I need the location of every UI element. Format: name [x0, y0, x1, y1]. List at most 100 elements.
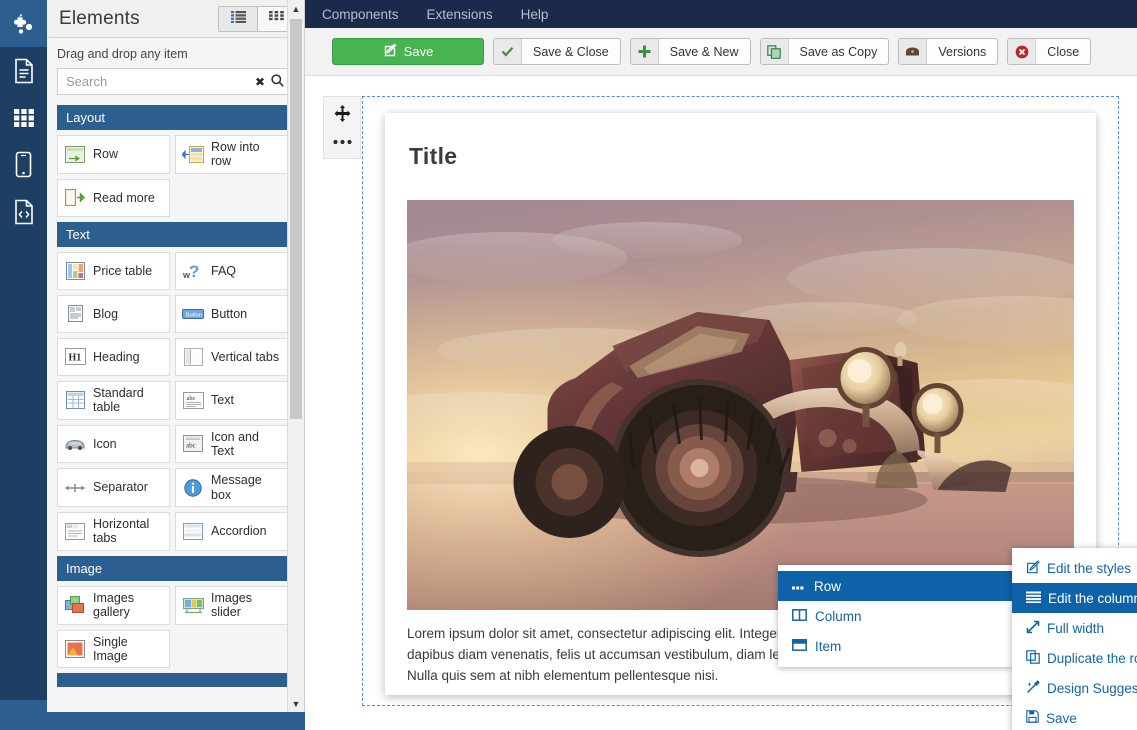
clear-search-icon[interactable]: ✖: [252, 76, 268, 88]
hero-image[interactable]: [407, 200, 1074, 610]
row-icon: [64, 144, 86, 164]
svg-text:H1: H1: [68, 353, 81, 364]
menu-duplicate-the-row[interactable]: Duplicate the row: [1012, 643, 1137, 673]
expand-arrows-icon: [1026, 620, 1040, 637]
category-text-items: Price table w ? FAQ Blog Button Button H…: [57, 251, 294, 551]
button-label: Save & Close: [533, 44, 609, 59]
category-layout[interactable]: Layout: [57, 105, 294, 130]
element-standard-table[interactable]: Standard table: [57, 380, 170, 420]
menu-extensions[interactable]: Extensions: [427, 7, 493, 22]
mobile-icon: [15, 151, 32, 178]
save-button-label: Save: [403, 44, 434, 59]
horizontal-tabs-icon: [64, 521, 86, 541]
list-icon: [230, 10, 246, 28]
panel-scrollbar[interactable]: ▲ ▼: [287, 0, 304, 712]
element-type-menu: Row Column Item: [778, 565, 1012, 667]
category-layout-items: Row Row into row Read more: [57, 135, 294, 217]
rail-item-modules[interactable]: [0, 94, 47, 141]
element-blog[interactable]: Blog: [57, 294, 170, 333]
menu-item-column[interactable]: Column: [778, 601, 1012, 631]
menu-components[interactable]: Components: [322, 7, 399, 22]
grid-icon: [12, 106, 36, 130]
panel-header: Elements: [47, 0, 304, 38]
element-images-gallery[interactable]: Images gallery: [57, 585, 170, 625]
menu-design-suggestions[interactable]: Design Suggestions: [1012, 673, 1137, 703]
scroll-up-arrow[interactable]: ▲: [288, 0, 304, 17]
menu-edit-the-columns[interactable]: Edit the columns: [1012, 583, 1137, 613]
menu-save[interactable]: Save: [1012, 703, 1137, 730]
element-label: Text: [211, 392, 234, 407]
view-mode-toggle: [218, 5, 296, 32]
move-handle-icon[interactable]: [334, 105, 351, 127]
save-and-new-button[interactable]: Save & New: [629, 38, 751, 65]
element-icon[interactable]: Icon: [57, 424, 170, 464]
car-icon: [64, 434, 86, 454]
top-menu-bar: Components Extensions Help: [305, 0, 1137, 28]
menu-item-item[interactable]: Item: [778, 631, 1012, 661]
magic-wand-icon: [1026, 679, 1040, 697]
versions-button[interactable]: Versions: [898, 38, 999, 65]
menu-item-label: Column: [815, 608, 862, 624]
menu-item-label: Edit the columns: [1048, 590, 1137, 606]
search-icon[interactable]: [268, 74, 287, 89]
element-vertical-tabs[interactable]: Vertical tabs: [175, 337, 288, 376]
element-label: Blog: [93, 306, 119, 321]
element-label: Message box: [211, 473, 262, 502]
element-images-slider[interactable]: Images slider: [175, 585, 288, 625]
element-read-more[interactable]: Read more: [57, 178, 170, 217]
category-text[interactable]: Text: [57, 221, 294, 247]
element-icon-and-text[interactable]: abc Icon and Text: [175, 424, 288, 464]
vintage-car-sunset-photo: [407, 200, 1074, 610]
plus-icon: [630, 39, 659, 64]
list-view-button[interactable]: [219, 7, 257, 31]
panel-footer-strip: [0, 712, 305, 730]
search-input[interactable]: [66, 74, 252, 89]
element-message-box[interactable]: Message box: [175, 468, 288, 507]
rail-item-document[interactable]: [0, 47, 47, 94]
scrollbar-thumb[interactable]: [290, 19, 302, 419]
icon-and-text-icon: abc: [182, 434, 204, 454]
element-label: Price table: [93, 263, 153, 278]
accordion-icon: [182, 521, 204, 541]
separator-icon: [64, 478, 86, 498]
grid-icon: [269, 10, 284, 28]
columns-lines-icon: [1026, 591, 1041, 606]
element-row[interactable]: Row: [57, 135, 170, 174]
menu-full-width[interactable]: Full width: [1012, 613, 1137, 643]
close-circle-icon: [1008, 39, 1037, 64]
save-and-close-button[interactable]: Save & Close: [493, 38, 621, 65]
rail-item-extensions[interactable]: [0, 0, 47, 47]
svg-text:abc: abc: [186, 395, 195, 402]
element-single-image[interactable]: Single Image: [57, 629, 170, 669]
rail-item-mobile[interactable]: [0, 141, 47, 188]
button-icon: Button: [182, 304, 204, 324]
images-gallery-icon: [64, 595, 86, 615]
code-icon: [13, 199, 35, 225]
category-image[interactable]: Image: [57, 555, 294, 581]
element-accordion[interactable]: Accordion: [175, 512, 288, 551]
category-next[interactable]: [57, 673, 294, 688]
element-separator[interactable]: Separator: [57, 468, 170, 507]
element-faq[interactable]: w ? FAQ: [175, 251, 288, 290]
element-button[interactable]: Button Button: [175, 294, 288, 333]
search-field[interactable]: ✖: [57, 68, 294, 95]
scroll-down-arrow[interactable]: ▼: [288, 695, 304, 712]
menu-item-label: Full width: [1047, 620, 1105, 636]
panel-title: Elements: [59, 7, 140, 29]
element-price-table[interactable]: Price table: [57, 251, 170, 290]
element-label: Horizontal tabs: [93, 517, 150, 546]
save-as-copy-button[interactable]: Save as Copy: [759, 38, 890, 65]
element-heading[interactable]: H1 Heading: [57, 337, 170, 376]
more-options-icon[interactable]: [332, 132, 352, 150]
menu-help[interactable]: Help: [521, 7, 549, 22]
element-horizontal-tabs[interactable]: Horizontal tabs: [57, 512, 170, 551]
element-row-into-row[interactable]: Row into row: [175, 135, 288, 174]
floppy-disk-icon: [1026, 710, 1039, 726]
save-button[interactable]: Save: [332, 38, 484, 65]
rail-item-source-code[interactable]: [0, 188, 47, 235]
menu-item-row[interactable]: Row: [778, 571, 1012, 601]
element-text[interactable]: abc Text: [175, 380, 288, 420]
close-button[interactable]: Close: [1007, 38, 1092, 65]
element-palette: Layout Row Row into row Read more Text P…: [47, 105, 304, 704]
menu-edit-the-styles[interactable]: Edit the styles: [1012, 553, 1137, 583]
